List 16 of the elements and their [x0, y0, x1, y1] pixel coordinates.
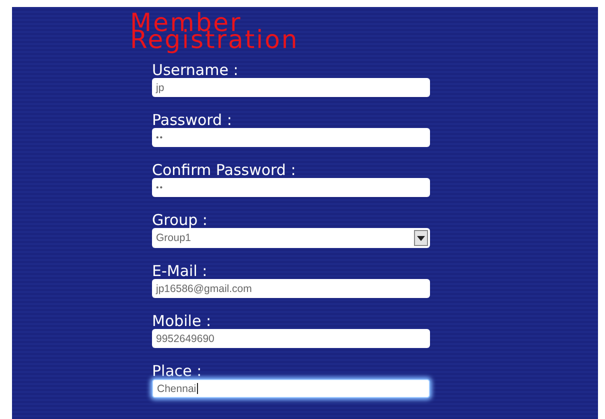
password-field[interactable]: •• — [152, 128, 430, 147]
group-dropdown[interactable]: Group1 — [152, 228, 430, 248]
text-cursor — [197, 383, 198, 394]
field-label: Mobile : — [152, 313, 212, 329]
field-label: E-Mail : — [152, 263, 208, 279]
field-label: Place : — [152, 363, 202, 379]
input-field[interactable]: jp16586@gmail.com — [152, 279, 430, 298]
password-field[interactable]: •• — [152, 178, 430, 197]
field-label: Confirm Password : — [152, 162, 296, 178]
field-label: Username : — [152, 62, 238, 78]
field-label: Password : — [152, 112, 232, 128]
field-label: Group : — [152, 212, 208, 228]
input-field[interactable]: 9952649690 — [152, 329, 430, 348]
input-field[interactable]: Chennai — [152, 379, 430, 398]
page-title: Member Registration — [130, 9, 300, 56]
input-field[interactable]: jp — [152, 78, 430, 97]
